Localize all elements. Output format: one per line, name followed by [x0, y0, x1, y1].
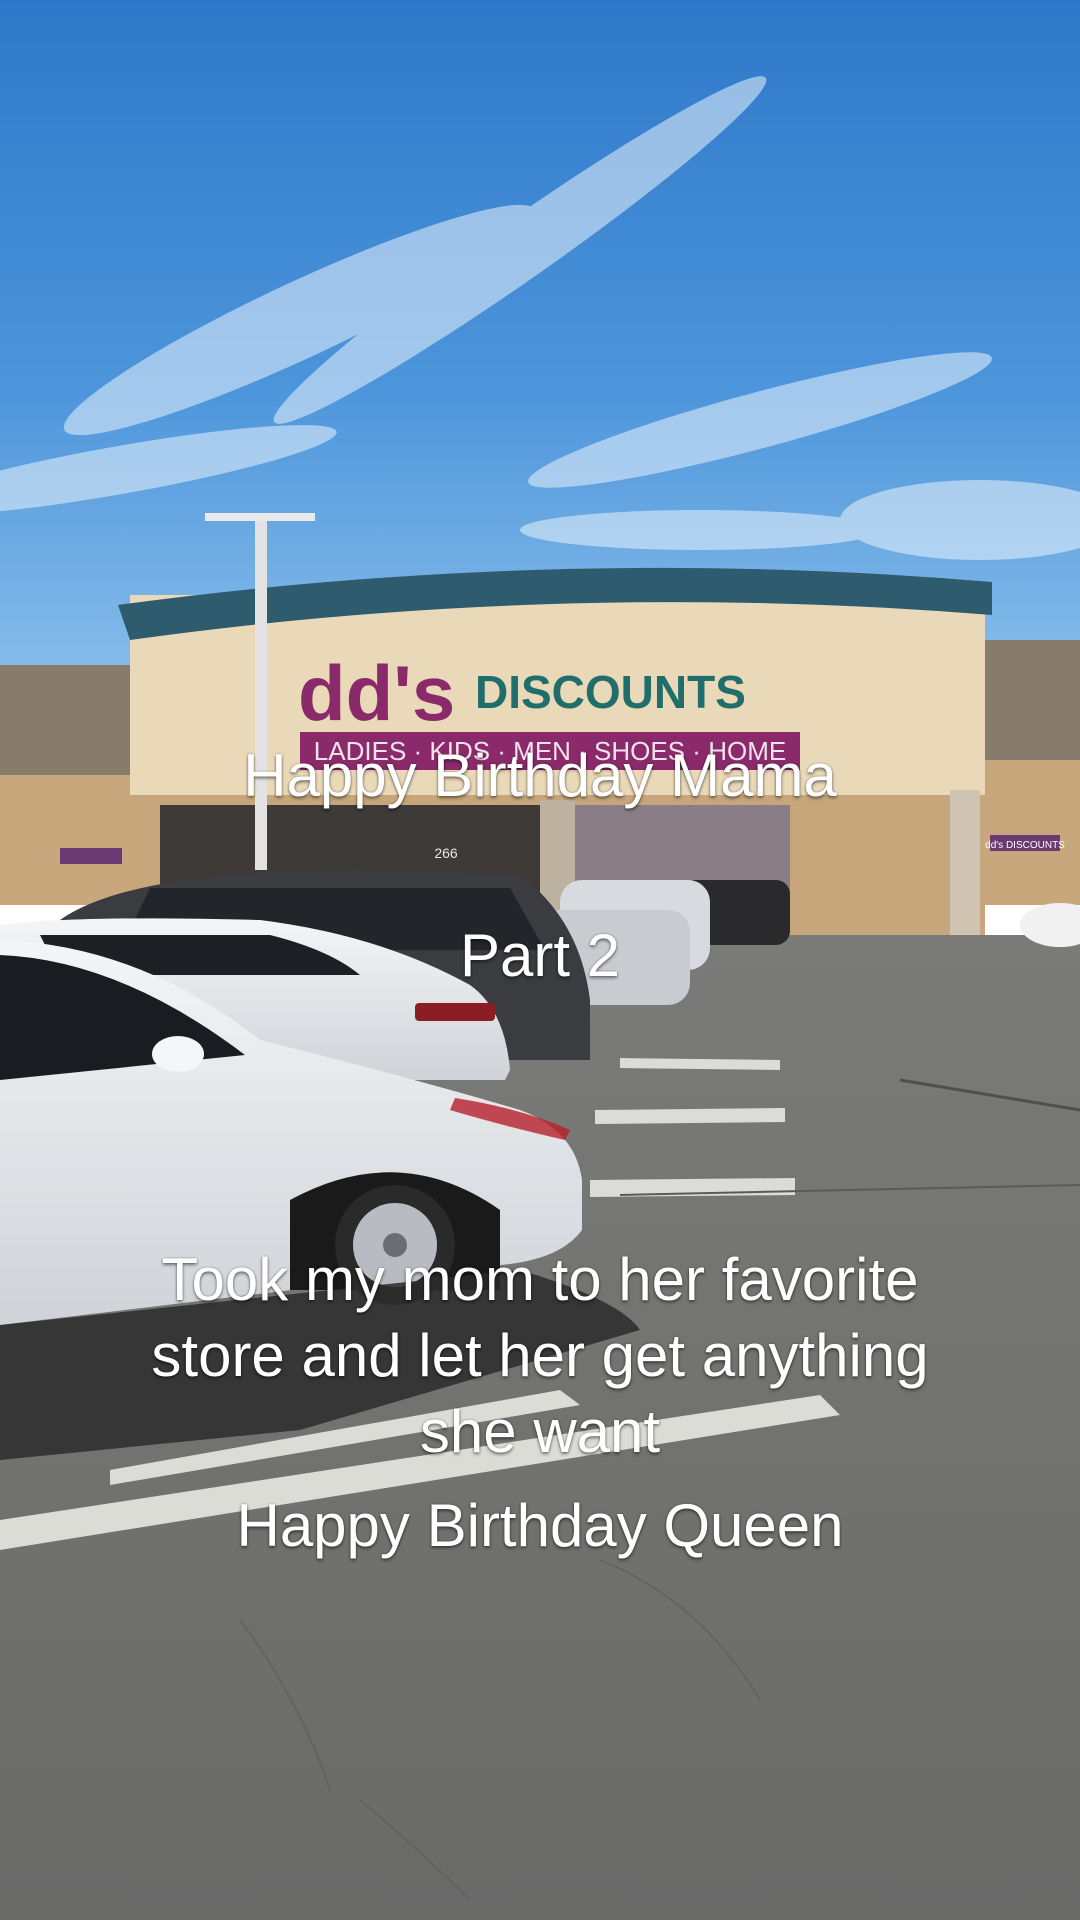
caption-story: Took my mom to her favorite store and le…: [0, 1242, 1080, 1470]
caption-story-line-2: store and let her get anything: [151, 1322, 929, 1389]
small-store-sign: dd's DISCOUNTS: [985, 840, 1065, 851]
store-name-sign: DISCOUNTS: [475, 666, 746, 718]
caption-story-line-3: she want: [419, 1398, 661, 1465]
store-brand-sign: dd's: [298, 649, 455, 737]
address-number: 266: [434, 845, 458, 861]
caption-happy-birthday-mama: Happy Birthday Mama: [243, 742, 837, 809]
caption-happy-birthday-queen: Happy Birthday Queen: [236, 1492, 844, 1559]
light-pole: [255, 520, 267, 870]
caption-story-line-1: Took my mom to her favorite: [161, 1246, 919, 1313]
caption-part-2: Part 2: [459, 922, 621, 989]
